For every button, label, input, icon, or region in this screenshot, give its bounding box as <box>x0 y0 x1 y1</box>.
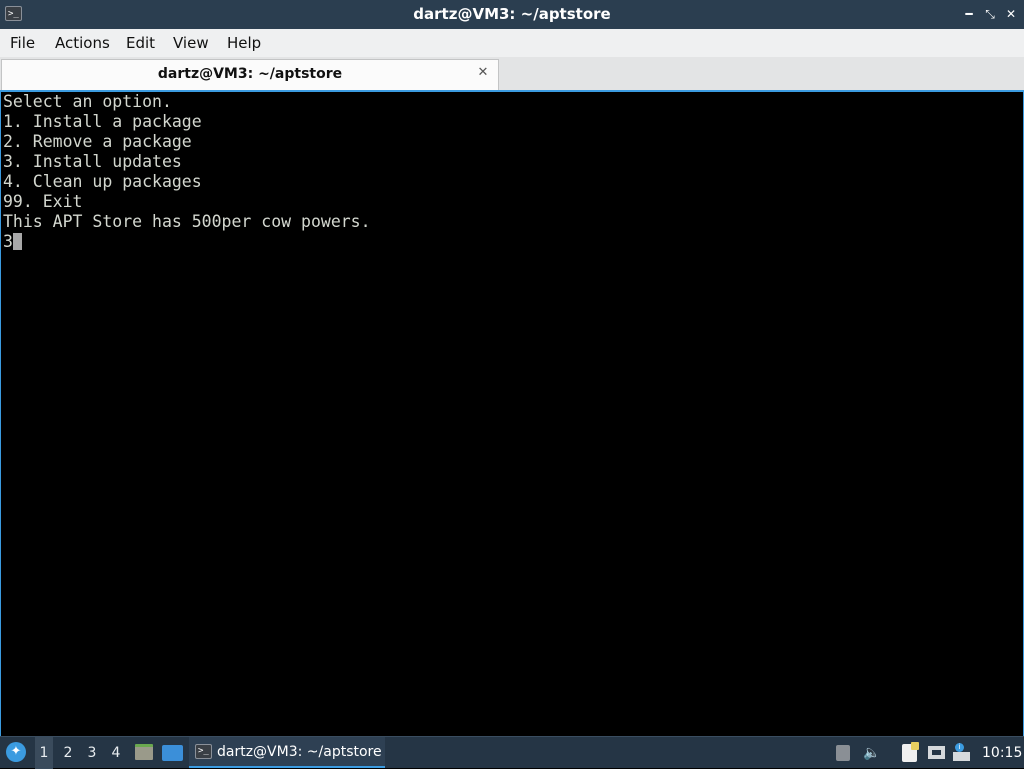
terminal-input-line: 3 <box>3 232 22 252</box>
menu-help[interactable]: Help <box>227 29 261 57</box>
terminal-line: 1. Install a package <box>3 112 202 131</box>
show-desktop-icon[interactable] <box>162 745 183 761</box>
menu-edit[interactable]: Edit <box>126 29 155 57</box>
eject-icon[interactable] <box>836 745 850 761</box>
network-icon[interactable] <box>928 746 945 759</box>
close-button[interactable]: ✕ <box>1004 7 1018 21</box>
maximize-button[interactable]: ⤡ <box>983 7 997 21</box>
terminal-icon: >_ <box>195 744 212 759</box>
file-manager-icon[interactable] <box>135 744 153 760</box>
taskbar: ✦ 1 2 3 4 >_ dartz@VM3: ~/aptstore 🔈 i 1… <box>0 736 1024 769</box>
desktop-switch-2[interactable]: 2 <box>59 737 77 769</box>
tab-label: dartz@VM3: ~/aptstore <box>157 66 343 82</box>
terminal-line: 4. Clean up packages <box>3 172 202 191</box>
menu-actions[interactable]: Actions <box>55 29 110 57</box>
menu-view[interactable]: View <box>173 29 209 57</box>
clock[interactable]: 10:15 <box>982 737 1022 769</box>
terminal-input-text: 3 <box>3 232 13 251</box>
terminal-line: 3. Install updates <box>3 152 182 171</box>
terminal-line: 2. Remove a package <box>3 132 192 151</box>
clipboard-icon[interactable] <box>902 742 919 762</box>
volume-icon[interactable]: 🔈 <box>862 737 882 769</box>
menu-bar: File Actions Edit View Help <box>0 29 1024 58</box>
update-notifier-icon[interactable] <box>953 752 970 761</box>
terminal-line: This APT Store has 500per cow powers. <box>3 212 371 231</box>
terminal-view[interactable]: Select an option. 1. Install a package 2… <box>0 92 1024 736</box>
terminal-line: Select an option. <box>3 92 172 111</box>
menu-file[interactable]: File <box>10 29 35 57</box>
taskbar-task-terminal[interactable]: >_ dartz@VM3: ~/aptstore <box>189 737 385 768</box>
tab-close-icon[interactable]: ✕ <box>476 66 490 80</box>
info-badge-icon: i <box>955 743 964 752</box>
tab-bar: dartz@VM3: ~/aptstore ✕ <box>0 57 1024 92</box>
task-label: dartz@VM3: ~/aptstore <box>217 744 382 760</box>
lxqt-menu-icon[interactable]: ✦ <box>6 742 26 762</box>
desktop-switch-4[interactable]: 4 <box>107 737 125 769</box>
window-title: dartz@VM3: ~/aptstore <box>413 5 611 23</box>
minimize-button[interactable]: ━ <box>962 7 976 21</box>
desktop-switch-3[interactable]: 3 <box>83 737 101 769</box>
desktop-switch-1[interactable]: 1 <box>35 737 53 769</box>
terminal-line: 99. Exit <box>3 192 83 211</box>
text-cursor <box>12 233 22 250</box>
tab-terminal[interactable]: dartz@VM3: ~/aptstore ✕ <box>1 59 499 90</box>
window-titlebar[interactable]: >_ dartz@VM3: ~/aptstore ━ ⤡ ✕ <box>0 0 1024 29</box>
